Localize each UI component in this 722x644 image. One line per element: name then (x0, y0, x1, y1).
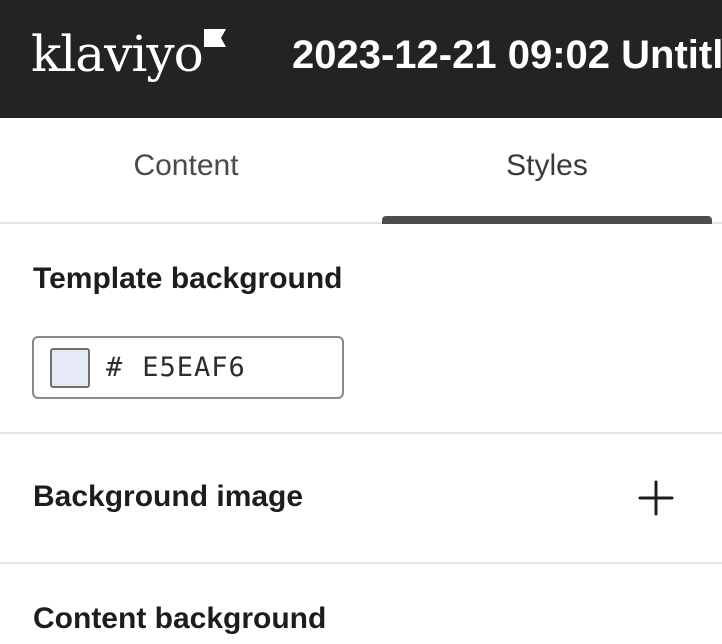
klaviyo-logo[interactable]: klaviyo (31, 20, 226, 90)
background-image-section[interactable]: Background image (0, 434, 722, 564)
document-title[interactable]: 2023-12-21 09:02 Untitled (292, 30, 722, 80)
template-background-title: Template background (33, 262, 343, 295)
editor-tabs: Content Styles (0, 118, 722, 224)
content-background-title: Content background (33, 602, 327, 635)
tab-content[interactable]: Content (0, 118, 372, 222)
background-image-title: Background image (33, 480, 304, 513)
active-tab-indicator (382, 216, 712, 224)
logo-wordmark: klaviyo (31, 25, 204, 83)
color-swatch[interactable] (50, 347, 90, 388)
plus-icon[interactable] (638, 480, 674, 516)
hash-symbol: # (106, 352, 123, 383)
tab-styles[interactable]: Styles (382, 118, 712, 222)
app-header: klaviyo 2023-12-21 09:02 Untitled (0, 0, 722, 118)
logo-flag-icon (203, 29, 226, 47)
template-background-section: Template background # E5EAF6 (0, 224, 722, 434)
content-background-section[interactable]: Content background (0, 564, 722, 644)
hex-color-value[interactable]: E5EAF6 (142, 352, 246, 383)
template-background-color-input[interactable]: # E5EAF6 (32, 336, 344, 399)
